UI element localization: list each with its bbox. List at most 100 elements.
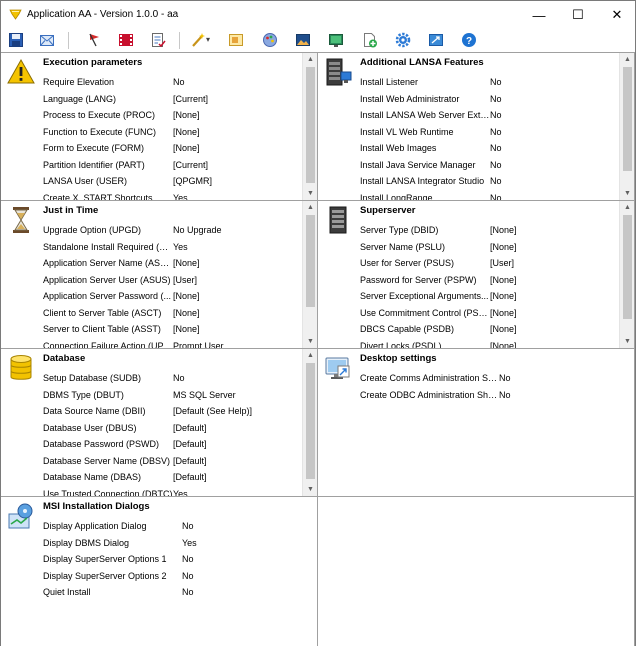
property-value[interactable]: [Default] bbox=[173, 453, 207, 470]
property-value[interactable]: No bbox=[182, 568, 194, 585]
property-label: Partition Identifier (PART) bbox=[43, 159, 145, 170]
panel-title: Additional LANSA Features bbox=[360, 57, 484, 68]
minimize-button[interactable]: — bbox=[522, 1, 556, 29]
app-icon bbox=[9, 9, 22, 20]
resize-icon[interactable] bbox=[428, 32, 444, 48]
property-value[interactable]: [None] bbox=[490, 321, 517, 338]
chevron-down-icon[interactable]: ▾ bbox=[206, 35, 210, 44]
property-value[interactable]: [Current] bbox=[173, 91, 208, 108]
property-value[interactable]: [None] bbox=[490, 272, 517, 289]
flag-icon[interactable] bbox=[87, 32, 103, 48]
scrollbar-thumb[interactable] bbox=[306, 363, 315, 479]
gear-icon[interactable] bbox=[395, 32, 411, 48]
scroll-up-icon[interactable]: ▲ bbox=[303, 201, 317, 214]
property-value[interactable]: [None] bbox=[490, 239, 517, 256]
scrollbar-thumb[interactable] bbox=[623, 215, 632, 319]
close-button[interactable]: ✕ bbox=[600, 1, 634, 29]
property-value[interactable]: No bbox=[182, 518, 194, 535]
email-icon[interactable] bbox=[39, 32, 55, 48]
scroll-up-icon[interactable]: ▲ bbox=[303, 53, 317, 66]
property-value[interactable]: No bbox=[182, 551, 194, 568]
property-value[interactable]: MS SQL Server bbox=[173, 387, 236, 404]
property-label: Database Name (DBAS) bbox=[43, 472, 142, 482]
vertical-scrollbar[interactable]: ▲ ▼ bbox=[302, 53, 317, 200]
property-value[interactable]: No bbox=[499, 387, 511, 404]
property-value[interactable]: [None] bbox=[490, 305, 517, 322]
property-value[interactable]: Yes bbox=[173, 190, 188, 201]
property-value[interactable]: No bbox=[490, 124, 502, 141]
scrollbar-thumb[interactable] bbox=[306, 215, 315, 307]
property-value[interactable]: [None] bbox=[173, 107, 200, 124]
save-icon[interactable] bbox=[8, 32, 24, 48]
property-value[interactable]: Yes bbox=[182, 535, 197, 552]
film-icon[interactable] bbox=[118, 32, 134, 48]
property-value[interactable]: [None] bbox=[173, 305, 200, 322]
property-label: Require Elevation bbox=[43, 77, 115, 87]
property-value[interactable]: No bbox=[499, 370, 511, 387]
scrollbar-thumb[interactable] bbox=[623, 67, 632, 171]
scroll-down-icon[interactable]: ▼ bbox=[303, 187, 317, 200]
warning-icon bbox=[7, 58, 35, 84]
property-value[interactable]: No bbox=[490, 107, 502, 124]
property-value[interactable]: [None] bbox=[490, 222, 517, 239]
panel-additional-lansa-features: Additional LANSA Features Install Listen… bbox=[318, 53, 635, 201]
property-value[interactable]: [None] bbox=[173, 255, 200, 272]
vertical-scrollbar[interactable]: ▲ ▼ bbox=[302, 349, 317, 496]
scroll-down-icon[interactable]: ▼ bbox=[303, 335, 317, 348]
property-label: Setup Database (SUDB) bbox=[43, 373, 142, 383]
property-value[interactable]: [None] bbox=[490, 338, 517, 349]
property-value[interactable]: Prompt User bbox=[173, 338, 224, 349]
scrollbar-thumb[interactable] bbox=[306, 67, 315, 183]
property-value[interactable]: [None] bbox=[490, 288, 517, 305]
property-value[interactable]: Yes bbox=[173, 486, 188, 497]
title-bar[interactable]: Application AA - Version 1.0.0 - aa — ☐ … bbox=[1, 1, 635, 29]
property-value[interactable]: [Current] bbox=[173, 157, 208, 174]
scroll-up-icon[interactable]: ▲ bbox=[620, 201, 634, 214]
image-edit-icon[interactable] bbox=[228, 32, 244, 48]
property-value[interactable]: [None] bbox=[173, 140, 200, 157]
settings-grid: Execution parameters Require Elevation No… bbox=[1, 52, 635, 646]
property-value[interactable]: No bbox=[490, 74, 502, 91]
scroll-down-icon[interactable]: ▼ bbox=[620, 335, 634, 348]
property-value[interactable]: [Default (See Help)] bbox=[173, 403, 252, 420]
scroll-down-icon[interactable]: ▼ bbox=[303, 483, 317, 496]
property-value[interactable]: No bbox=[490, 173, 502, 190]
property-value[interactable]: No bbox=[182, 584, 194, 601]
property-value[interactable]: [User] bbox=[173, 272, 197, 289]
property-value[interactable]: [None] bbox=[173, 288, 200, 305]
vertical-scrollbar[interactable]: ▲ ▼ bbox=[619, 53, 634, 200]
vertical-scrollbar[interactable]: ▲ ▼ bbox=[619, 201, 634, 348]
property-value[interactable]: No bbox=[490, 157, 502, 174]
property-value[interactable]: No bbox=[490, 190, 502, 201]
property-value[interactable]: Yes bbox=[173, 239, 188, 256]
property-value[interactable]: [Default] bbox=[173, 469, 207, 486]
property-value[interactable]: [Default] bbox=[173, 436, 207, 453]
property-value[interactable]: [QPGMR] bbox=[173, 173, 212, 190]
vertical-scrollbar[interactable]: ▲ ▼ bbox=[302, 201, 317, 348]
window-title: Application AA - Version 1.0.0 - aa bbox=[27, 9, 179, 20]
palette-icon[interactable] bbox=[262, 32, 278, 48]
property-value[interactable]: No bbox=[173, 74, 185, 91]
scroll-down-icon[interactable]: ▼ bbox=[620, 187, 634, 200]
property-value[interactable]: [Default] bbox=[173, 420, 207, 437]
maximize-button[interactable]: ☐ bbox=[561, 1, 595, 29]
property-value[interactable]: No Upgrade bbox=[173, 222, 222, 239]
property-value[interactable]: No bbox=[173, 370, 185, 387]
picture-icon[interactable] bbox=[295, 32, 311, 48]
property-label: Use Commitment Control (PSCC) bbox=[360, 307, 490, 318]
panel-superserver: Superserver Server Type (DBID) [None] Ser… bbox=[318, 201, 635, 349]
toolbar: ▾ ? bbox=[1, 29, 635, 52]
property-value[interactable]: No bbox=[490, 140, 502, 157]
property-value[interactable]: [None] bbox=[173, 124, 200, 141]
property-value[interactable]: [None] bbox=[173, 321, 200, 338]
panel-title: Superserver bbox=[360, 205, 416, 216]
screen-icon[interactable] bbox=[328, 32, 344, 48]
help-icon[interactable]: ? bbox=[461, 32, 477, 48]
property-value[interactable]: No bbox=[490, 91, 502, 108]
property-value[interactable]: [User] bbox=[490, 255, 514, 272]
scroll-up-icon[interactable]: ▲ bbox=[303, 349, 317, 362]
checklist-icon[interactable] bbox=[150, 32, 166, 48]
wand-icon[interactable] bbox=[190, 32, 206, 48]
scroll-up-icon[interactable]: ▲ bbox=[620, 53, 634, 66]
add-document-icon[interactable] bbox=[362, 32, 378, 48]
